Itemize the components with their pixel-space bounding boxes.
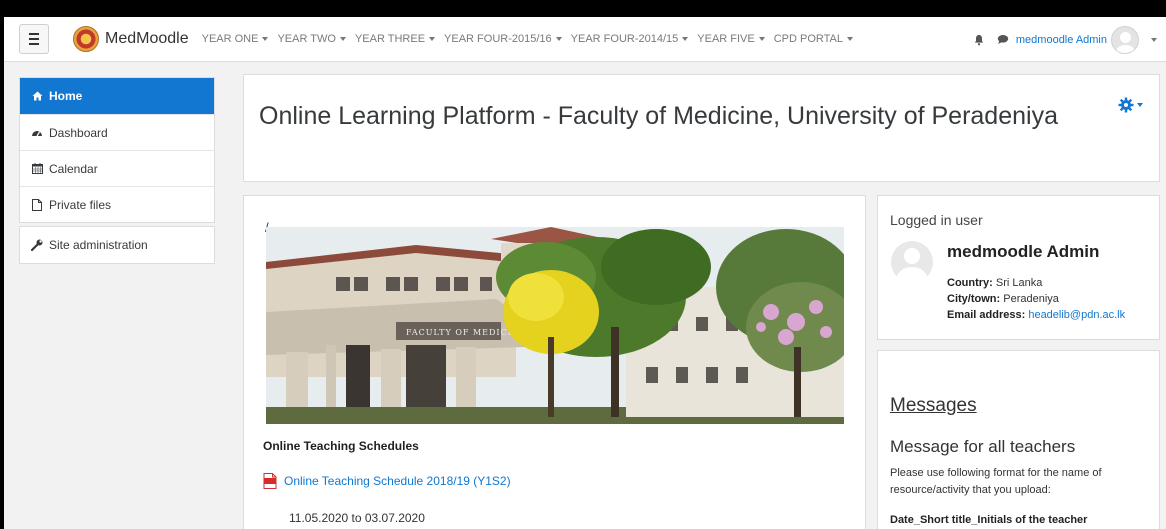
sidebar-item-label: Home — [49, 89, 83, 103]
logged-in-user-block: Logged in user medmoodle Admin Country: … — [877, 195, 1160, 340]
menu-label: YEAR FOUR-2014/15 — [570, 33, 679, 45]
chevron-down-icon — [555, 37, 562, 41]
chevron-down-icon — [758, 37, 765, 41]
menu-year-one[interactable]: YEAR ONE — [202, 33, 269, 45]
gear-icon — [1118, 97, 1134, 113]
country-label: Country: — [947, 277, 993, 289]
user-nav: medmoodle Admin — [973, 17, 1166, 62]
sidebar-item-private-files[interactable]: Private files — [20, 186, 214, 222]
site-brand[interactable]: MedMoodle — [105, 30, 189, 48]
sidebar-item-label: Dashboard — [49, 125, 108, 140]
site-logo[interactable] — [73, 26, 99, 52]
email-row: Email address: headelib@pdn.ac.lk — [947, 307, 1125, 323]
calendar-icon — [31, 163, 43, 175]
email-label: Email address: — [947, 309, 1026, 321]
dashboard-icon — [31, 127, 43, 139]
page-header: Online Learning Platform - Faculty of Me… — [243, 74, 1160, 182]
home-icon — [31, 90, 43, 102]
wrench-icon — [31, 239, 43, 251]
user-details: Country: Sri Lanka City/town: Peradeniya… — [947, 275, 1125, 323]
country-row: Country: Sri Lanka — [947, 275, 1125, 291]
avatar[interactable] — [1111, 25, 1139, 54]
menu-label: YEAR TWO — [277, 33, 336, 45]
chevron-down-icon — [429, 37, 436, 41]
file-icon — [31, 198, 43, 211]
chevron-down-icon — [262, 37, 269, 41]
messages-subheading: Message for all teachers — [890, 437, 1076, 456]
city-row: City/town: Peradeniya — [947, 291, 1125, 307]
country-value: Sri Lanka — [995, 277, 1043, 289]
page-title: Online Learning Platform - Faculty of Me… — [259, 102, 1058, 130]
sidebar-item-home[interactable]: Home — [20, 78, 214, 114]
messages-heading: Messages — [890, 395, 977, 416]
email-link[interactable]: headelib@pdn.ac.lk — [1028, 309, 1125, 321]
section-heading: Online Teaching Schedules — [263, 439, 419, 453]
menu-cpd-portal[interactable]: CPD PORTAL — [773, 33, 854, 45]
menu-label: YEAR FIVE — [697, 33, 755, 45]
menu-label: CPD PORTAL — [773, 33, 844, 45]
menu-icon[interactable] — [19, 24, 49, 54]
menu-label: YEAR THREE — [354, 33, 426, 45]
nav-group-admin: Site administration — [19, 226, 215, 264]
chevron-down-icon — [1137, 103, 1143, 107]
pdf-icon — [263, 473, 277, 489]
settings-menu[interactable] — [1118, 97, 1143, 113]
sidebar-item-label: Site administration — [49, 238, 148, 252]
chevron-down-icon — [682, 37, 689, 41]
chevron-down-icon — [339, 37, 346, 41]
nav-group-main: Home Dashboard Calendar Private files — [19, 77, 215, 223]
messages-block: Messages Message for all teachers Please… — [877, 350, 1160, 529]
messages-body: Please use following format for the name… — [890, 467, 1102, 496]
menu-label: YEAR FOUR-2015/16 — [444, 33, 552, 45]
menu-year-four-2014[interactable]: YEAR FOUR-2014/15 — [571, 33, 689, 45]
schedule-dates: 11.05.2020 to 03.07.2020 — [289, 511, 425, 525]
sidebar-item-label: Private files — [49, 197, 112, 212]
sidebar-item-label: Calendar — [49, 161, 98, 176]
sidebar-item-dashboard[interactable]: Dashboard — [20, 114, 214, 150]
chat-icon[interactable] — [997, 34, 1009, 45]
custom-menu: YEAR ONE YEAR TWO YEAR THREE YEAR FOUR-2… — [202, 33, 854, 45]
site-summary: / FACULTY OF MEDICI — [243, 195, 866, 529]
schedule-link[interactable]: Online Teaching Schedule 2018/19 (Y1S2) — [284, 474, 511, 488]
chevron-down-icon — [847, 37, 854, 41]
sidebar-item-calendar[interactable]: Calendar — [20, 150, 214, 186]
user-menu-name[interactable]: medmoodle Admin — [1016, 34, 1107, 46]
building-illustration: FACULTY OF MEDICINE — [266, 227, 844, 424]
messages-format: Date_Short title_Initials of the teacher — [890, 514, 1088, 526]
city-label: City/town: — [947, 293, 1001, 305]
avatar[interactable] — [891, 241, 933, 283]
menu-year-four-2015[interactable]: YEAR FOUR-2015/16 — [444, 33, 562, 45]
menu-label: YEAR ONE — [201, 33, 259, 45]
menu-year-three[interactable]: YEAR THREE — [354, 33, 436, 45]
block-title: Logged in user — [890, 212, 983, 228]
menu-year-five[interactable]: YEAR FIVE — [697, 33, 765, 45]
browser-viewport: MedMoodle YEAR ONE YEAR TWO YEAR THREE Y… — [4, 17, 1166, 529]
top-navbar: MedMoodle YEAR ONE YEAR TWO YEAR THREE Y… — [4, 17, 1166, 62]
faculty-building-image: FACULTY OF MEDICINE — [266, 227, 844, 424]
user-fullname[interactable]: medmoodle Admin — [947, 242, 1099, 262]
schedule-resource[interactable]: Online Teaching Schedule 2018/19 (Y1S2) — [263, 473, 511, 489]
city-value: Peradeniya — [1003, 293, 1059, 305]
bell-icon[interactable] — [973, 34, 985, 46]
nav-drawer: Home Dashboard Calendar Private files Si… — [19, 77, 215, 267]
chevron-down-icon[interactable] — [1151, 37, 1157, 42]
sidebar-item-site-administration[interactable]: Site administration — [20, 227, 214, 263]
menu-year-two[interactable]: YEAR TWO — [277, 33, 346, 45]
